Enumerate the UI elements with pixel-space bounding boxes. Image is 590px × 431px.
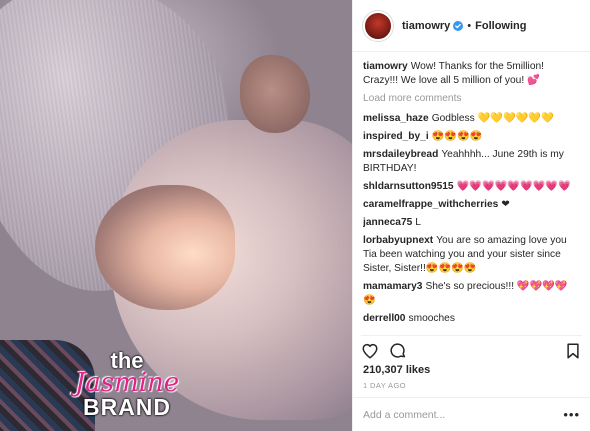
comment-item: melissa_haze Godbless 💛💛💛💛💛💛 bbox=[363, 112, 580, 126]
heart-icon bbox=[362, 343, 378, 358]
post-timestamp[interactable]: 1 DAY AGO bbox=[363, 381, 406, 390]
comment-text: Godbless 💛💛💛💛💛💛 bbox=[431, 113, 554, 124]
bookmark-icon bbox=[567, 343, 579, 358]
verified-badge-icon bbox=[453, 20, 464, 31]
comment-username[interactable]: mamamary3 bbox=[363, 281, 422, 292]
comments-list[interactable]: tiamowry Wow! Thanks for the 5million! Cr… bbox=[363, 60, 580, 328]
comment-username[interactable]: mrsdaileybread bbox=[363, 149, 438, 160]
comment-username[interactable]: inspired_by_i bbox=[363, 131, 429, 142]
avatar[interactable] bbox=[363, 10, 393, 41]
comment-item: mamamary3 She's so precious!!! 💖💖💖💖😍 bbox=[363, 280, 580, 308]
comment-item: caramelfrappe_withcherries ❤ bbox=[363, 198, 580, 212]
comment-text: L bbox=[415, 217, 421, 228]
comment-username[interactable]: melissa_haze bbox=[363, 113, 429, 124]
post-photo[interactable]: the Jasmine BRAND bbox=[0, 0, 352, 431]
likes-count[interactable]: 210,307 likes bbox=[363, 364, 430, 376]
post-side-panel: tiamowry • Following tiamowry Wow! Thanks… bbox=[352, 0, 590, 431]
comment-text: smooches bbox=[408, 313, 455, 324]
caption-username[interactable]: tiamowry bbox=[363, 61, 408, 72]
add-comment-bar: ••• bbox=[353, 397, 590, 431]
comment-username[interactable]: shldarnsutton9515 bbox=[363, 181, 454, 192]
more-options-icon[interactable]: ••• bbox=[563, 407, 580, 422]
comment-button[interactable] bbox=[389, 342, 407, 360]
photo-hand-top bbox=[240, 55, 310, 133]
watermark-line-3: BRAND bbox=[82, 394, 172, 420]
watermark-logo: the Jasmine BRAND bbox=[72, 350, 182, 419]
load-more-comments-button[interactable]: Load more comments bbox=[363, 92, 580, 106]
watermark-line-2: Jasmine bbox=[74, 368, 180, 398]
add-comment-input[interactable] bbox=[363, 408, 564, 421]
comment-item: janneca75 L bbox=[363, 216, 580, 230]
comment-item: mrsdaileybread Yeahhhh... June 29th is my… bbox=[363, 148, 580, 176]
comment-text: ❤ bbox=[501, 199, 510, 210]
comment-username[interactable]: lorbabyupnext bbox=[363, 235, 433, 246]
header-username[interactable]: tiamowry bbox=[402, 20, 450, 32]
photo-hand-bottom bbox=[95, 185, 235, 310]
post-header: tiamowry • Following bbox=[353, 0, 590, 52]
header-separator: • bbox=[467, 19, 472, 32]
comment-item: lorbabyupnext You are so amazing love you… bbox=[363, 234, 580, 276]
comment-icon bbox=[390, 342, 406, 358]
comment-username[interactable]: derrell00 bbox=[363, 313, 405, 324]
comment-text: 😍😍😍😍 bbox=[431, 131, 483, 142]
comment-username[interactable]: caramelfrappe_withcherries bbox=[363, 199, 498, 210]
comment-item: inspired_by_i 😍😍😍😍 bbox=[363, 130, 580, 144]
following-button[interactable]: Following bbox=[475, 20, 526, 32]
action-bar bbox=[361, 335, 582, 361]
comment-text: 💗💗💗💗💗💗💗💗💗 bbox=[456, 181, 571, 192]
comment-item: shldarnsutton9515 💗💗💗💗💗💗💗💗💗 bbox=[363, 180, 580, 194]
like-button[interactable] bbox=[361, 342, 379, 360]
comment-item: derrell00 smooches bbox=[363, 312, 580, 326]
save-button[interactable] bbox=[564, 342, 582, 360]
comment-username[interactable]: janneca75 bbox=[363, 217, 412, 228]
caption: tiamowry Wow! Thanks for the 5million! Cr… bbox=[363, 60, 580, 88]
